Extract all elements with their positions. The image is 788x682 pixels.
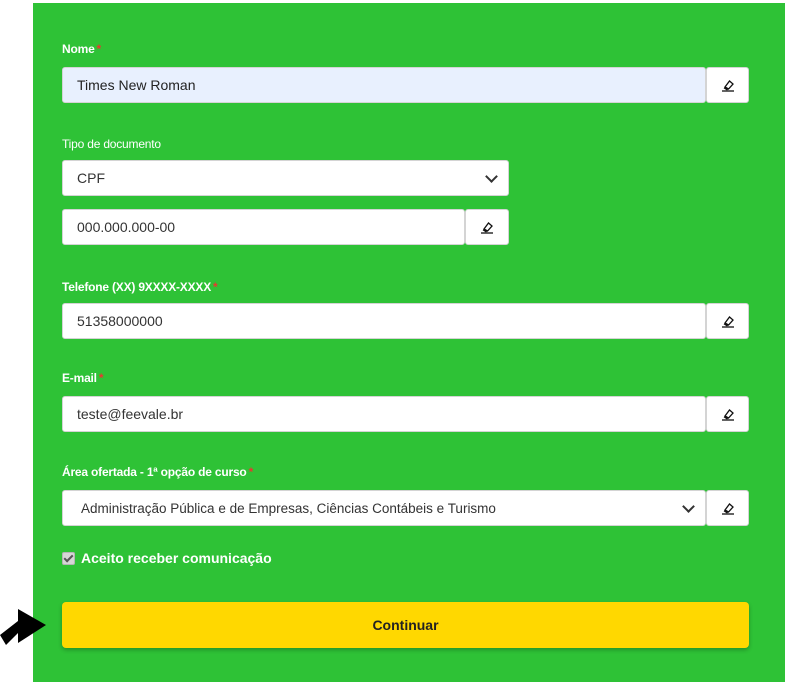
phone-label: Telefone (XX) 9XXXX-XXXX * <box>62 280 218 294</box>
chevron-down-icon <box>682 500 695 513</box>
name-label: Nome * <box>62 42 102 56</box>
document-clear-button[interactable] <box>465 209 509 245</box>
document-number-input[interactable]: 000.000.000-00 <box>62 209 465 245</box>
email-input-value: teste@feevale.br <box>77 406 184 422</box>
form-panel <box>33 3 785 682</box>
consent-label[interactable]: Aceito receber comunicação <box>81 550 272 566</box>
required-marker: * <box>213 280 218 294</box>
name-clear-button[interactable] <box>706 67 749 103</box>
eraser-icon <box>480 220 494 234</box>
name-input[interactable]: Times New Roman <box>62 67 706 103</box>
required-marker: * <box>96 42 102 56</box>
document-type-select[interactable]: CPF <box>62 160 509 196</box>
eraser-icon <box>721 407 735 421</box>
name-input-value: Times New Roman <box>77 77 196 93</box>
phone-clear-button[interactable] <box>706 303 749 339</box>
course-select[interactable]: Administração Pública e de Empresas, Ciê… <box>62 490 706 526</box>
email-label: E-mail * <box>62 371 104 385</box>
course-clear-button[interactable] <box>706 490 749 526</box>
eraser-icon <box>721 314 735 328</box>
eraser-icon <box>721 501 735 515</box>
chevron-down-icon <box>485 170 498 183</box>
document-type-label: Tipo de documento <box>62 137 161 151</box>
required-marker: * <box>248 465 254 479</box>
required-marker: * <box>98 371 104 385</box>
course-select-value: Administração Pública e de Empresas, Ciê… <box>81 500 496 516</box>
email-input[interactable]: teste@feevale.br <box>62 396 706 432</box>
email-clear-button[interactable] <box>706 396 749 432</box>
eraser-icon <box>721 78 735 92</box>
document-type-value: CPF <box>77 170 105 186</box>
phone-input-value: 51358000000 <box>77 313 163 329</box>
consent-checkbox[interactable] <box>62 551 75 565</box>
arrow-right-icon <box>0 605 50 654</box>
consent-row: Aceito receber comunicação <box>62 550 272 566</box>
continue-button[interactable]: Continuar <box>62 602 749 648</box>
course-label: Área ofertada - 1ª opção de curso * <box>62 465 254 479</box>
phone-input[interactable]: 51358000000 <box>62 303 706 339</box>
document-number-placeholder: 000.000.000-00 <box>77 219 176 235</box>
